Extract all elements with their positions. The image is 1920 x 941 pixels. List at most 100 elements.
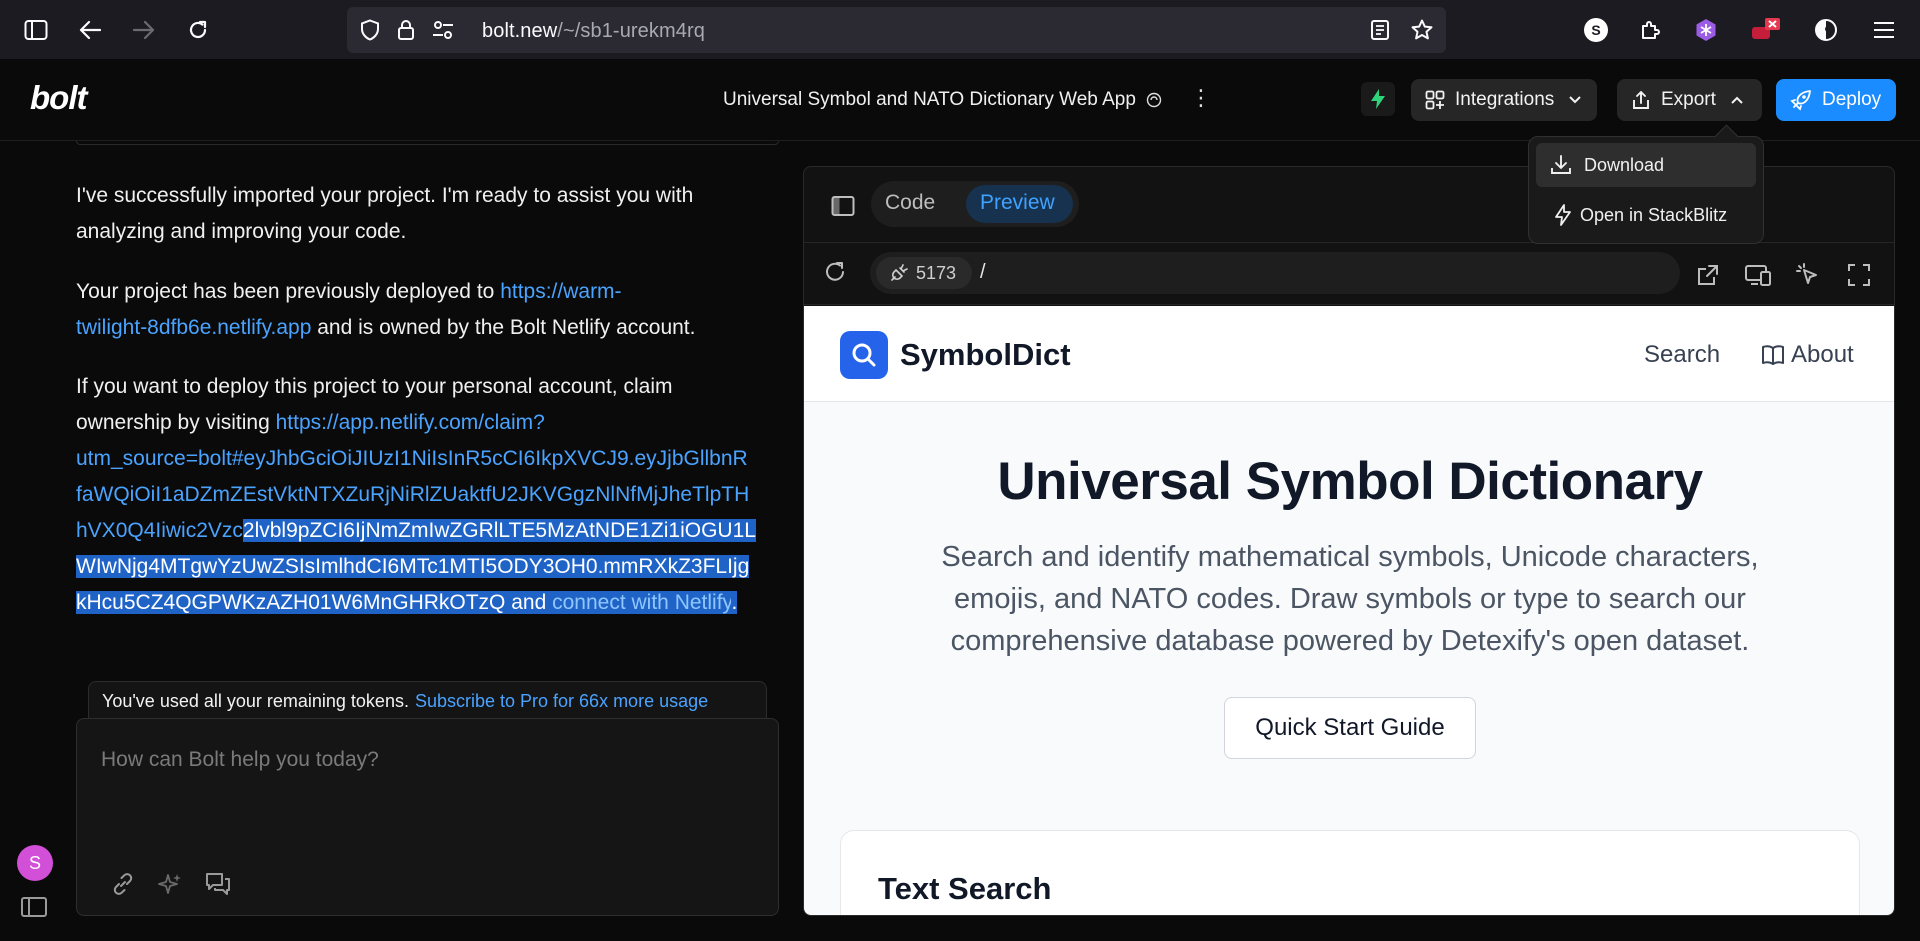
site-permissions-icon[interactable] bbox=[431, 18, 455, 42]
msg-text: Your project has been previously deploye… bbox=[76, 280, 501, 303]
deploy-button[interactable]: Deploy bbox=[1776, 79, 1896, 121]
site-logo-search-icon[interactable] bbox=[840, 331, 888, 379]
url-bar[interactable]: bolt.new/~/sb1-urekm4rq bbox=[347, 7, 1446, 53]
bolt-logo[interactable]: bolt bbox=[30, 79, 87, 117]
selected-text[interactable]: WIwNjg4MTgwYzUwZSIsImlhdCI6MTc1MTI5ODY3O… bbox=[76, 555, 750, 578]
chat-input-placeholder[interactable]: How can Bolt help you today? bbox=[101, 748, 379, 772]
site-brand[interactable]: SymbolDict bbox=[900, 337, 1071, 373]
integrations-button[interactable]: Integrations bbox=[1411, 79, 1597, 121]
export-button[interactable]: Export bbox=[1617, 79, 1762, 121]
forward-arrow-icon[interactable] bbox=[126, 12, 162, 48]
more-options-icon[interactable]: ⋮ bbox=[1190, 87, 1212, 113]
fullscreen-icon[interactable] bbox=[1844, 260, 1874, 290]
hero-title: Universal Symbol Dictionary bbox=[997, 452, 1703, 511]
lock-icon[interactable] bbox=[394, 18, 418, 42]
chevron-up-icon bbox=[1731, 96, 1743, 104]
preview-url-bar[interactable]: 5173 / bbox=[870, 252, 1680, 294]
integrations-icon bbox=[1425, 90, 1445, 110]
export-label: Export bbox=[1661, 89, 1716, 110]
attach-link-icon[interactable] bbox=[106, 867, 140, 901]
card-title: Text Search bbox=[878, 871, 1052, 906]
bolt-lightning-icon[interactable] bbox=[1361, 82, 1395, 116]
hero-description: Search and identify mathematical symbols… bbox=[884, 536, 1816, 662]
quick-start-button[interactable]: Quick Start Guide bbox=[1224, 697, 1476, 759]
url-path: /~/sb1-urekm4rq bbox=[557, 20, 705, 42]
claim-link-cont[interactable]: faWQiOiI1aDZmZEstVktNTXZuRjNiRlZUaktfU2J… bbox=[76, 483, 749, 506]
netlify-app-link[interactable]: https://warm- bbox=[500, 280, 621, 303]
netlify-app-link-cont[interactable]: twilight-8dfb6e.netlify.app bbox=[76, 316, 311, 339]
reload-icon[interactable] bbox=[180, 12, 216, 48]
browser-toolbar: bolt.new/~/sb1-urekm4rq S bbox=[0, 0, 1920, 59]
rocket-icon bbox=[1790, 90, 1811, 111]
menu-item-download[interactable]: Download bbox=[1536, 143, 1756, 187]
extensions-puzzle-icon[interactable] bbox=[1632, 12, 1668, 48]
port-number: 5173 bbox=[916, 262, 957, 283]
red-extension-icon[interactable] bbox=[1748, 12, 1784, 48]
workbench-panel: Code Preview 5173 / SymbolDict Search Ab… bbox=[803, 166, 1895, 916]
token-notice-text: You've used all your remaining tokens. bbox=[102, 691, 409, 711]
menu-item-open-stackblitz[interactable]: Open in StackBlitz bbox=[1536, 193, 1756, 237]
chat-prompt-box[interactable]: How can Bolt help you today? bbox=[76, 718, 779, 916]
selected-text[interactable]: 2lvbl9pZCI6IjNmZmIwZGRlLTE5MzAtNDE1Zi1iO… bbox=[242, 519, 756, 542]
tab-code[interactable]: Code bbox=[885, 191, 935, 215]
profile-avatar[interactable]: S bbox=[1578, 12, 1614, 48]
sidebar-toggle-icon[interactable] bbox=[18, 12, 54, 48]
claim-link[interactable]: https://app.netlify.com/claim? bbox=[276, 411, 545, 434]
view-switcher: Code Preview bbox=[871, 181, 1079, 227]
export-dropdown-menu: Download Open in StackBlitz bbox=[1528, 136, 1764, 244]
app-header: bolt Universal Symbol and NATO Dictionar… bbox=[0, 59, 1920, 141]
selected-text: and bbox=[505, 591, 553, 614]
hamburger-menu-icon[interactable] bbox=[1866, 12, 1902, 48]
url-text[interactable]: bolt.new/~/sb1-urekm4rq bbox=[482, 20, 705, 43]
back-arrow-icon[interactable] bbox=[72, 12, 108, 48]
project-title-text: Universal Symbol and NATO Dictionary Web… bbox=[723, 89, 1136, 110]
claim-link-cont[interactable]: utm_source=bolt#eyJhbGciOiJIUzI1NiIsInR5… bbox=[76, 447, 748, 470]
plug-icon bbox=[891, 264, 908, 281]
purple-extension-icon[interactable] bbox=[1688, 12, 1724, 48]
bookmark-star-icon[interactable] bbox=[1410, 18, 1434, 42]
msg-text: If you want to deploy this project to yo… bbox=[76, 375, 673, 398]
port-selector[interactable]: 5173 bbox=[876, 257, 972, 289]
preview-site: SymbolDict Search About Universal Symbol… bbox=[804, 306, 1894, 915]
claim-link-cont[interactable]: hVX0Q4Iiwic2Vzc bbox=[76, 519, 243, 542]
device-preview-icon[interactable] bbox=[1743, 260, 1773, 290]
connect-netlify-link[interactable]: connect with Netlify bbox=[552, 591, 732, 614]
site-nav-about[interactable]: About bbox=[1761, 341, 1854, 369]
site-navbar: SymbolDict Search About bbox=[804, 306, 1894, 402]
toggle-file-tree-icon[interactable] bbox=[828, 191, 858, 221]
hero-line: comprehensive database powered by Detexi… bbox=[950, 625, 1750, 657]
share-export-icon bbox=[1633, 91, 1649, 109]
preview-path[interactable]: / bbox=[980, 261, 986, 284]
url-host: bolt.new bbox=[482, 20, 558, 42]
tab-preview[interactable]: Preview bbox=[966, 185, 1073, 223]
enhance-prompt-sparkle-icon[interactable] bbox=[153, 867, 187, 901]
shield-icon[interactable] bbox=[358, 18, 382, 42]
profile-initial: S bbox=[1584, 18, 1608, 42]
text-search-card: Text Search bbox=[840, 830, 1860, 915]
sidebar-panel-icon[interactable] bbox=[20, 895, 50, 921]
discuss-chat-icon[interactable] bbox=[201, 867, 235, 901]
reader-view-icon[interactable] bbox=[1368, 18, 1392, 42]
msg-text: ownership by visiting bbox=[76, 411, 276, 434]
stackblitz-label: Open in StackBlitz bbox=[1580, 204, 1728, 225]
subscribe-pro-link[interactable]: Subscribe to Pro for 66x more usage bbox=[415, 691, 708, 711]
lightning-icon bbox=[1555, 204, 1571, 226]
book-icon bbox=[1762, 345, 1784, 365]
deploy-label: Deploy bbox=[1822, 89, 1882, 110]
dark-reader-icon[interactable] bbox=[1808, 12, 1844, 48]
site-nav-search[interactable]: Search bbox=[1644, 341, 1720, 369]
user-avatar[interactable]: S bbox=[17, 845, 53, 881]
open-in-new-tab-icon[interactable] bbox=[1693, 260, 1723, 290]
hero-line: Search and identify mathematical symbols… bbox=[941, 541, 1759, 573]
project-title[interactable]: Universal Symbol and NATO Dictionary Web… bbox=[723, 89, 1162, 111]
previous-message-edge bbox=[76, 141, 779, 145]
hero-line: emojis, and NATO codes. Draw symbols or … bbox=[954, 583, 1746, 615]
chat-panel: I've successfully imported your project.… bbox=[0, 141, 803, 941]
token-limit-notice: You've used all your remaining tokens. Su… bbox=[88, 681, 767, 719]
element-select-cursor-icon[interactable] bbox=[1793, 260, 1823, 290]
download-icon bbox=[1551, 155, 1571, 174]
project-status-icon bbox=[1146, 92, 1162, 108]
selected-text: . bbox=[731, 591, 738, 614]
selected-text[interactable]: kHcu5CZ4QGPWKzAZH01W6MnGHRkOTzQ bbox=[76, 591, 506, 614]
preview-reload-icon[interactable] bbox=[820, 257, 850, 287]
